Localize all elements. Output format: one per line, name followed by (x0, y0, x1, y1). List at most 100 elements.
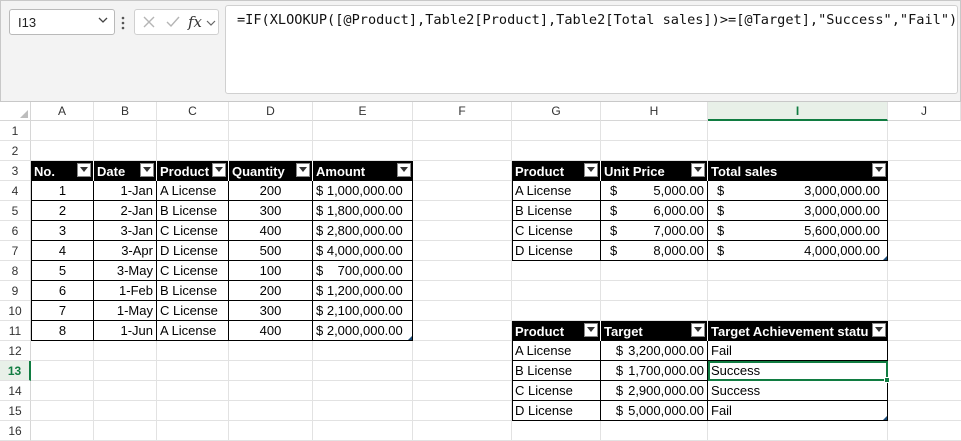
table-cell[interactable]: A License (157, 181, 229, 201)
table-cell[interactable]: 200 (229, 281, 313, 301)
filter-dropdown-icon[interactable] (691, 163, 705, 177)
table-cell[interactable]: B License (512, 361, 601, 381)
table-cell[interactable]: $7,000.00 (601, 221, 708, 241)
table3-header-product[interactable]: Product (512, 321, 601, 341)
table-cell[interactable]: 2 (31, 201, 94, 221)
table-cell[interactable]: 2-Jan (94, 201, 157, 221)
table-cell[interactable]: $3,200,000.00 (601, 341, 708, 361)
table-cell[interactable]: 3-Apr (94, 241, 157, 261)
row-header-1[interactable]: 1 (0, 121, 31, 141)
table-cell[interactable]: 200 (229, 181, 313, 201)
table-cell[interactable]: B License (157, 201, 229, 221)
table-cell[interactable]: $3,000,000.00 (708, 181, 888, 201)
row-header-3[interactable]: 3 (0, 161, 31, 181)
column-header-d[interactable]: D (229, 102, 313, 121)
table1-header-amount[interactable]: Amount (313, 161, 413, 181)
table-cell[interactable]: $ 2,100,000.00 (313, 301, 413, 321)
table3-header-status[interactable]: Target Achievement statu (708, 321, 888, 341)
table-cell[interactable]: $5,000,000.00 (601, 401, 708, 421)
table-cell[interactable]: $6,000.00 (601, 201, 708, 221)
table-cell[interactable]: D License (512, 401, 601, 421)
table-cell[interactable]: 1-Jan (94, 181, 157, 201)
filter-dropdown-icon[interactable] (872, 323, 886, 337)
table-cell[interactable]: C License (512, 221, 601, 241)
column-header-f[interactable]: F (413, 102, 512, 121)
table-cell[interactable]: B License (157, 281, 229, 301)
table-resize-handle[interactable] (883, 256, 887, 260)
table-cell[interactable]: 300 (229, 201, 313, 221)
table-cell[interactable]: $5,000.00 (601, 181, 708, 201)
filter-dropdown-icon[interactable] (397, 163, 411, 177)
chevron-down-icon[interactable] (98, 15, 108, 25)
column-header-b[interactable]: B (94, 102, 157, 121)
column-header-g[interactable]: G (512, 102, 601, 121)
column-header-j[interactable]: J (888, 102, 961, 121)
table-cell[interactable]: A License (512, 341, 601, 361)
more-options-icon[interactable] (119, 13, 127, 33)
name-box[interactable]: I13 (9, 9, 115, 35)
table-cell[interactable]: 8 (31, 321, 94, 341)
table-cell[interactable]: $ 2,000,000.00 (313, 321, 413, 341)
table-cell[interactable]: D License (157, 241, 229, 261)
enter-check-icon[interactable] (165, 15, 181, 29)
table-cell[interactable]: $ 2,800,000.00 (313, 221, 413, 241)
table-cell[interactable]: C License (157, 301, 229, 321)
filter-dropdown-icon[interactable] (77, 163, 91, 177)
column-header-c[interactable]: C (157, 102, 229, 121)
row-header-14[interactable]: 14 (0, 381, 31, 401)
table-cell[interactable]: 3-May (94, 261, 157, 281)
column-header-e[interactable]: E (313, 102, 413, 121)
table-cell[interactable]: 4 (31, 241, 94, 261)
table-cell[interactable]: 3 (31, 221, 94, 241)
table-cell[interactable]: C License (157, 221, 229, 241)
row-header-12[interactable]: 12 (0, 341, 31, 361)
column-header-a[interactable]: A (31, 102, 94, 121)
selected-cell-i13[interactable]: Success (708, 361, 888, 381)
row-header-4[interactable]: 4 (0, 181, 31, 201)
table-cell[interactable]: 1-Feb (94, 281, 157, 301)
table1-header-quantity[interactable]: Quantity (229, 161, 313, 181)
table-cell[interactable]: A License (512, 181, 601, 201)
fill-handle[interactable] (884, 377, 890, 383)
table-cell[interactable]: 1 (31, 181, 94, 201)
row-header-6[interactable]: 6 (0, 221, 31, 241)
row-header-11[interactable]: 11 (0, 321, 31, 341)
column-header-i[interactable]: I (708, 102, 888, 121)
table-cell[interactable]: C License (157, 261, 229, 281)
table-cell[interactable]: $4,000,000.00 (708, 241, 888, 261)
table-cell[interactable]: $ 700,000.00 (313, 261, 413, 281)
filter-dropdown-icon[interactable] (584, 163, 598, 177)
row-header-10[interactable]: 10 (0, 301, 31, 321)
column-header-h[interactable]: H (601, 102, 708, 121)
row-header-2[interactable]: 2 (0, 141, 31, 161)
table-cell[interactable]: Fail (708, 341, 888, 361)
table-cell[interactable]: $3,000,000.00 (708, 201, 888, 221)
insert-function-icon[interactable]: fx (188, 13, 202, 31)
table2-header-product[interactable]: Product (512, 161, 601, 181)
table1-header-no[interactable]: No. (31, 161, 94, 181)
chevron-down-icon[interactable] (206, 19, 216, 27)
table3-header-target[interactable]: Target (601, 321, 708, 341)
table-cell[interactable]: $ 1,800,000.00 (313, 201, 413, 221)
table-cell[interactable]: 400 (229, 321, 313, 341)
row-header-9[interactable]: 9 (0, 281, 31, 301)
table-cell[interactable]: A License (157, 321, 229, 341)
table-cell[interactable]: D License (512, 241, 601, 261)
table1-header-product[interactable]: Product (157, 161, 229, 181)
table-cell[interactable]: 500 (229, 241, 313, 261)
row-header-5[interactable]: 5 (0, 201, 31, 221)
table-cell[interactable]: 100 (229, 261, 313, 281)
table-cell[interactable]: 6 (31, 281, 94, 301)
table-cell[interactable]: 300 (229, 301, 313, 321)
table2-header-total-sales[interactable]: Total sales (708, 161, 888, 181)
table-cell[interactable]: 5 (31, 261, 94, 281)
formula-input[interactable]: =IF(XLOOKUP([@Product],Table2[Product],T… (225, 5, 958, 94)
filter-dropdown-icon[interactable] (584, 323, 598, 337)
table-cell[interactable]: $ 4,000,000.00 (313, 241, 413, 261)
table-cell[interactable]: C License (512, 381, 601, 401)
table-cell[interactable]: 7 (31, 301, 94, 321)
filter-dropdown-icon[interactable] (872, 163, 886, 177)
table-cell[interactable]: Fail (708, 401, 888, 421)
table-cell[interactable]: 3-Jan (94, 221, 157, 241)
table-resize-handle[interactable] (883, 416, 887, 420)
